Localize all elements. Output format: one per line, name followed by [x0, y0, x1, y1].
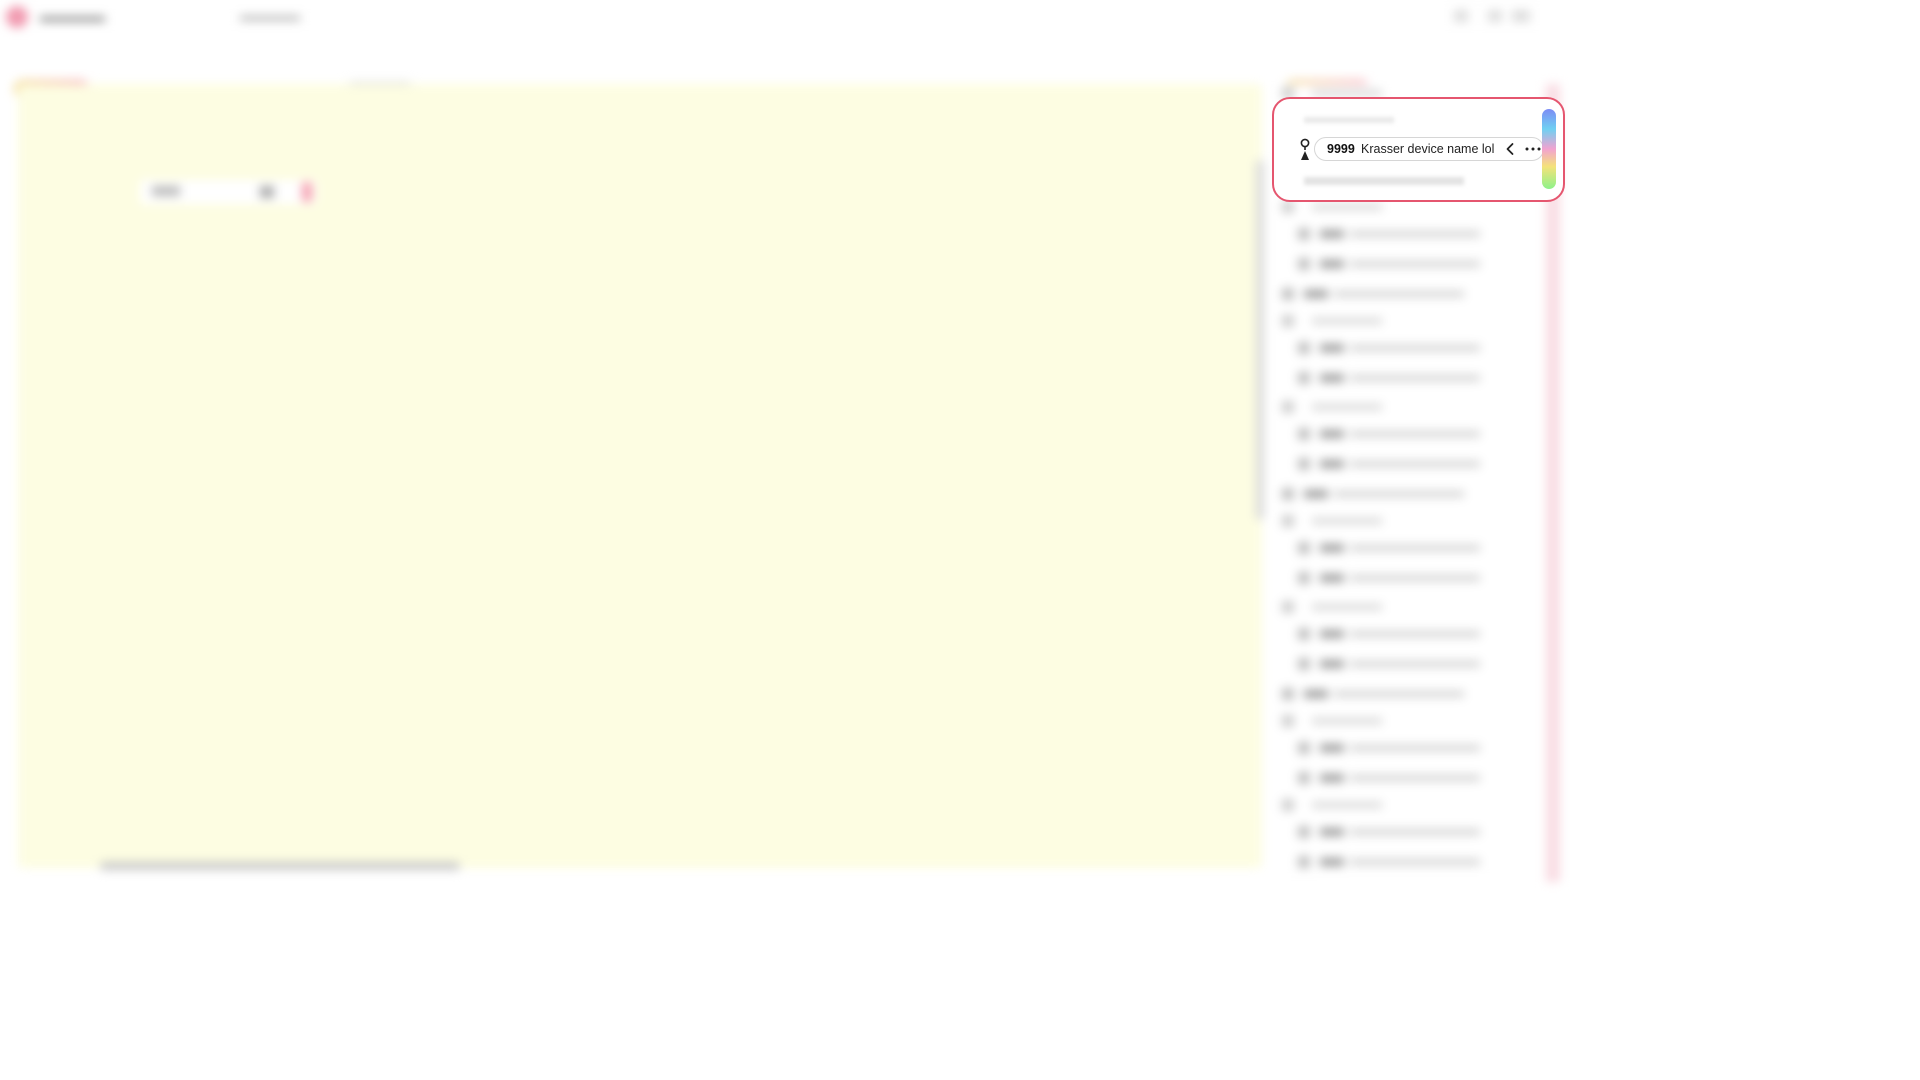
sidebar-row[interactable] — [1282, 686, 1482, 702]
sidebar-row[interactable] — [1298, 824, 1498, 840]
window-tab: ▬▬▬▬▬ — [240, 9, 300, 23]
color-scale-bar — [1542, 109, 1556, 189]
device-name: Krasser device name lol — [1361, 142, 1495, 156]
sidebar-group[interactable] — [1282, 400, 1482, 414]
sidebar-scroll-strip[interactable] — [1546, 84, 1560, 882]
device-row[interactable]: 9999 Krasser device name lol — [1314, 137, 1544, 161]
sidebar-group[interactable] — [1282, 798, 1482, 812]
chevron-left-icon[interactable] — [1503, 141, 1517, 157]
sidebar-row[interactable] — [1298, 570, 1498, 586]
sidebar-row[interactable] — [1298, 456, 1498, 472]
sidebar-row[interactable] — [1282, 286, 1482, 302]
sidebar-group[interactable] — [1282, 514, 1482, 528]
canvas-widget[interactable] — [140, 180, 316, 204]
sidebar-row[interactable] — [1298, 740, 1498, 756]
faded-row — [1304, 117, 1394, 123]
sidebar-row[interactable] — [1298, 770, 1498, 786]
title-bar: ▬▬▬▬▬ ▬▬▬▬▬ — [0, 0, 1568, 34]
sidebar-group[interactable] — [1282, 714, 1482, 728]
sidebar-row[interactable] — [1298, 256, 1498, 272]
sidebar-row[interactable] — [1298, 540, 1498, 556]
horizontal-scrollbar[interactable] — [100, 862, 460, 870]
maximize-icon[interactable] — [1488, 10, 1502, 22]
device-icon — [1300, 138, 1310, 160]
minimize-icon[interactable] — [1454, 10, 1468, 22]
app-name: ▬▬▬▬▬ — [40, 9, 105, 24]
highlight-callout: 9999 Krasser device name lol — [1272, 97, 1565, 202]
vertical-scrollbar[interactable] — [1256, 160, 1264, 520]
sidebar-group[interactable] — [1282, 600, 1482, 614]
account-icon[interactable] — [1512, 10, 1530, 22]
sidebar-group[interactable] — [1282, 314, 1482, 328]
app-logo — [6, 6, 28, 28]
device-id: 9999 — [1327, 142, 1355, 156]
sidebar-group[interactable] — [1282, 200, 1482, 214]
sidebar-row[interactable] — [1298, 226, 1498, 242]
sidebar-row[interactable] — [1298, 854, 1498, 870]
sidebar-row[interactable] — [1298, 340, 1498, 356]
more-horizontal-icon[interactable] — [1523, 141, 1543, 157]
sidebar-row[interactable] — [1298, 370, 1498, 386]
sidebar-row[interactable] — [1298, 426, 1498, 442]
toolbar: ▬▬▬▬▬ ▬▬▬▬▬▬▬ ▬▬▬▬▬▬ ▬▬▬▬▬ ▬▬▬▬ — [0, 38, 1568, 110]
faded-row — [1304, 177, 1464, 185]
sidebar-row[interactable] — [1298, 656, 1498, 672]
sidebar-row[interactable] — [1282, 486, 1482, 502]
sidebar-row[interactable] — [1298, 626, 1498, 642]
